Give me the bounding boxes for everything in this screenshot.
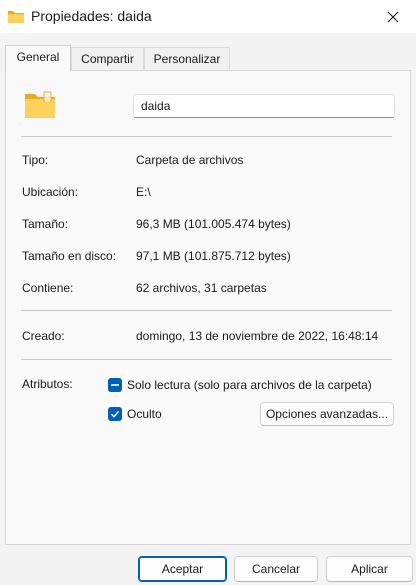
checkmark-icon — [111, 410, 120, 418]
opciones-avanzadas-button[interactable]: Opciones avanzadas... — [260, 402, 394, 426]
ubicacion-label: Ubicación: — [22, 185, 79, 199]
folder-icon — [8, 11, 24, 23]
close-button[interactable] — [370, 0, 416, 33]
folder-name-input[interactable] — [133, 94, 395, 118]
oculto-label[interactable]: Oculto — [127, 407, 162, 421]
tamano-label: Tamaño: — [22, 217, 69, 231]
creado-label: Creado: — [22, 329, 65, 343]
title-bar: Propiedades: daida — [0, 0, 416, 33]
general-panel — [5, 70, 411, 545]
aceptar-button[interactable]: Aceptar — [138, 556, 227, 582]
creado-value-container: domingo, 13 de noviembre de 2022, 16:48:… — [136, 329, 395, 345]
oculto-checkbox[interactable] — [108, 407, 122, 421]
creado-value: domingo, 13 de noviembre de 2022, 16:48:… — [136, 329, 379, 343]
divider — [21, 359, 392, 360]
cancelar-button[interactable]: Cancelar — [234, 556, 318, 582]
ubicacion-value: E:\ — [136, 185, 151, 199]
solo-lectura-label[interactable]: Solo lectura (solo para archivos de la c… — [127, 378, 372, 392]
atributos-label: Atributos: — [22, 377, 73, 391]
close-icon — [387, 11, 399, 22]
tab-compartir[interactable]: Compartir — [71, 47, 144, 71]
tab-personalizar[interactable]: Personalizar — [144, 47, 230, 71]
contiene-value: 62 archivos, 31 carpetas — [136, 281, 267, 295]
tamano-disco-label: Tamaño en disco: — [22, 249, 117, 263]
solo-lectura-checkbox[interactable] — [108, 378, 122, 392]
divider — [21, 136, 392, 137]
indeterminate-icon — [111, 384, 119, 386]
folder-icon — [25, 91, 55, 118]
window-title: Propiedades: daida — [31, 8, 152, 24]
tamano-value: 96,3 MB (101.005.474 bytes) — [136, 217, 291, 231]
tipo-value: Carpeta de archivos — [136, 153, 244, 167]
aplicar-button[interactable]: Aplicar — [326, 556, 413, 582]
divider — [21, 310, 392, 311]
tipo-label: Tipo: — [22, 153, 49, 167]
tamano-disco-value: 97,1 MB (101.875.712 bytes) — [136, 249, 291, 263]
tab-general[interactable]: General — [5, 45, 71, 72]
contiene-label: Contiene: — [22, 281, 74, 295]
